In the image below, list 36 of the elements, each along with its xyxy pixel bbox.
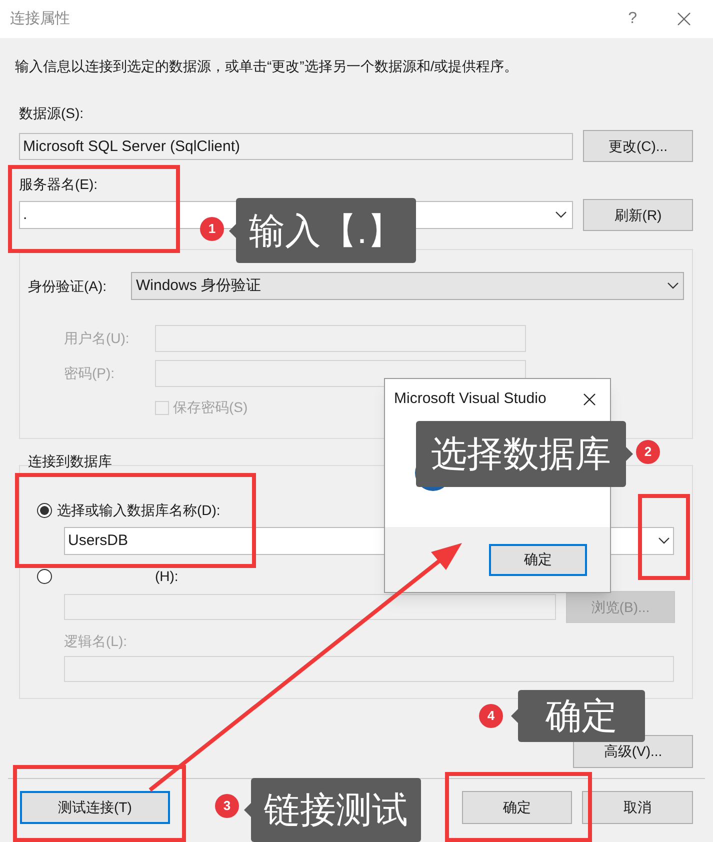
- message-box-title: Microsoft Visual Studio: [394, 388, 546, 409]
- field-label: (H):: [155, 567, 178, 586]
- step-number: 3: [215, 794, 239, 818]
- chevron-icon: [658, 537, 670, 545]
- instruction-text: 输入信息以连接到选定的数据源，或单击“更改”选择另一个数据源和/或提供程序。: [15, 57, 520, 76]
- field-label: 逻辑名(L):: [64, 632, 128, 651]
- help-button[interactable]: ?: [628, 7, 637, 31]
- radio-button[interactable]: [37, 569, 52, 584]
- data-source-field[interactable]: Microsoft SQL Server (SqlClient): [19, 132, 573, 160]
- field-label: 数据源(S):: [19, 104, 85, 123]
- field-label: 用户名(U):: [64, 329, 130, 348]
- close-icon[interactable]: [583, 392, 596, 406]
- dialog-button[interactable]: 确定: [462, 791, 572, 824]
- field-label: 选择或输入数据库名称(D):: [57, 501, 220, 520]
- chevron-icon: [667, 282, 679, 290]
- group-title: 连接到数据库: [28, 453, 113, 469]
- window-title: 连接属性: [10, 8, 70, 29]
- dialog-button[interactable]: 测试连接(T): [20, 791, 170, 824]
- field-label: 保存密码(S): [173, 398, 248, 417]
- step-number: 2: [636, 440, 660, 464]
- field-label: 服务器名(E):: [19, 175, 99, 194]
- ok-button[interactable]: 确定: [489, 544, 587, 576]
- step-number: 1: [200, 217, 224, 241]
- step-tooltip: 输入【.】: [229, 198, 416, 263]
- radio-button[interactable]: [37, 503, 52, 518]
- authentication-dropdown[interactable]: Windows 身份验证: [131, 272, 684, 300]
- step-tooltip: 选择数据库: [416, 421, 633, 487]
- step-number: 4: [479, 704, 503, 728]
- refresh-button[interactable]: 刷新(R): [583, 199, 693, 231]
- step-tooltip: 链接测试: [244, 778, 421, 842]
- chevron-icon: [555, 211, 567, 219]
- field-label: 身份验证(A):: [28, 276, 108, 296]
- change-button[interactable]: 更改(C)...: [583, 130, 693, 162]
- field-label: 密码(P):: [64, 364, 116, 383]
- dialog-button[interactable]: 取消: [582, 791, 693, 824]
- step-tooltip: 确定: [511, 690, 645, 742]
